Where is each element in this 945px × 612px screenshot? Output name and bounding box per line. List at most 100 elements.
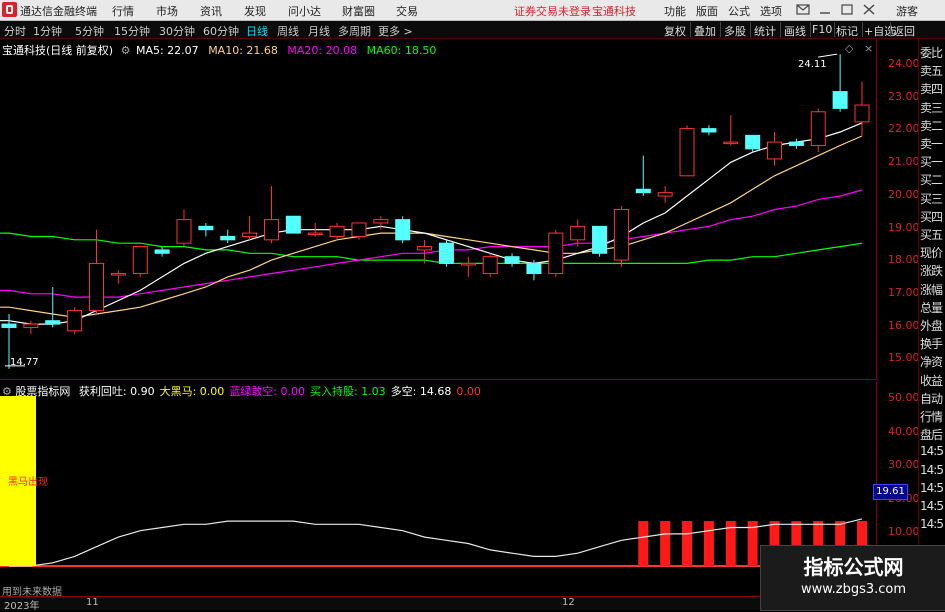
candle[interactable]: [220, 229, 236, 244]
menu-shichang[interactable]: 市场: [156, 3, 178, 19]
candle[interactable]: [810, 108, 826, 153]
tf-15min[interactable]: 15分钟: [114, 23, 150, 39]
candle[interactable]: [701, 125, 717, 136]
tf-more[interactable]: 更多 >: [378, 23, 413, 39]
candle[interactable]: [198, 222, 214, 237]
guest-login[interactable]: 游客: [896, 3, 918, 19]
side-panel-item[interactable]: 14:5: [920, 481, 944, 495]
candle[interactable]: [263, 185, 279, 244]
candle[interactable]: [504, 253, 520, 267]
overlay-button[interactable]: 叠加: [694, 23, 716, 39]
message-icon[interactable]: [796, 3, 810, 16]
candle[interactable]: [110, 270, 126, 284]
tf-multi[interactable]: 多周期: [338, 23, 371, 39]
menu-xuanxiang[interactable]: 选项: [760, 3, 782, 19]
candle[interactable]: [788, 138, 804, 149]
multi-stock-button[interactable]: 多股: [724, 23, 746, 39]
menu-hangqing[interactable]: 行情: [112, 3, 134, 19]
side-panel-item[interactable]: 14:5: [920, 463, 944, 477]
side-panel-item[interactable]: 卖三: [920, 99, 943, 116]
trade-login-notice[interactable]: 证券交易未登录: [514, 3, 591, 19]
menu-caifuquan[interactable]: 财富圈: [342, 3, 375, 19]
candle[interactable]: [329, 222, 345, 240]
candle[interactable]: [657, 185, 673, 203]
maximize-icon[interactable]: [840, 3, 854, 16]
menu-banmian[interactable]: 版面: [696, 3, 718, 19]
tf-1min[interactable]: 1分钟: [33, 23, 62, 39]
side-panel-item[interactable]: 行情: [920, 408, 943, 425]
side-panel-item[interactable]: 净资: [920, 353, 943, 370]
draw-line-button[interactable]: 画线: [784, 23, 806, 39]
f10-button[interactable]: F10: [812, 23, 832, 36]
candle[interactable]: [482, 253, 498, 277]
candle[interactable]: [635, 155, 651, 197]
candle[interactable]: [548, 229, 564, 277]
diamond-icon[interactable]: ◇: [845, 42, 853, 55]
candle[interactable]: [395, 216, 411, 244]
side-panel-item[interactable]: 自动: [920, 390, 943, 407]
side-panel-item[interactable]: 买一: [920, 153, 943, 170]
menu-jiaoyi[interactable]: 交易: [396, 3, 418, 19]
pane-close-icon[interactable]: ×: [864, 42, 873, 55]
candle[interactable]: [285, 215, 301, 234]
candle[interactable]: [745, 134, 761, 153]
candle[interactable]: [679, 125, 695, 177]
menu-zixun[interactable]: 资讯: [200, 3, 222, 19]
tf-30min[interactable]: 30分钟: [159, 23, 195, 39]
settings-gear-icon[interactable]: ⚙: [121, 44, 131, 57]
candle[interactable]: [45, 287, 61, 328]
candle[interactable]: [460, 256, 476, 277]
side-panel-item[interactable]: 卖二: [920, 117, 943, 134]
mark-button[interactable]: 标记: [836, 23, 858, 39]
tf-60min[interactable]: 60分钟: [203, 23, 239, 39]
candle[interactable]: [67, 307, 83, 335]
candle[interactable]: [242, 216, 258, 240]
side-panel-item[interactable]: 外盘: [920, 317, 943, 334]
candle[interactable]: [832, 54, 848, 112]
candle[interactable]: [88, 229, 104, 314]
tf-monthly[interactable]: 月线: [308, 23, 330, 39]
candle[interactable]: [592, 225, 608, 257]
side-panel-item[interactable]: 卖四: [920, 80, 943, 97]
close-icon[interactable]: [862, 3, 876, 16]
candle[interactable]: [613, 206, 629, 267]
side-panel-item[interactable]: 总量: [920, 299, 943, 316]
side-panel-item[interactable]: 买四: [920, 208, 943, 225]
candle[interactable]: [723, 115, 739, 146]
indicator-chart[interactable]: [0, 381, 877, 595]
side-panel-item[interactable]: 卖一: [920, 135, 943, 152]
side-panel-item[interactable]: 14:5: [920, 444, 944, 458]
candle[interactable]: [154, 246, 170, 257]
menu-faxian[interactable]: 发现: [244, 3, 266, 19]
kline-chart[interactable]: [0, 39, 877, 380]
tf-5min[interactable]: 5分钟: [75, 23, 104, 39]
side-panel-item[interactable]: 买二: [920, 171, 943, 188]
side-panel-item[interactable]: 买五: [920, 226, 943, 243]
candle[interactable]: [767, 131, 783, 166]
candle[interactable]: [854, 81, 870, 136]
minimize-icon[interactable]: [818, 3, 832, 16]
side-panel-item[interactable]: 卖五: [920, 62, 943, 79]
menu-gongshi[interactable]: 公式: [728, 3, 750, 19]
side-panel-item[interactable]: 换手: [920, 335, 943, 352]
side-panel-item[interactable]: 买三: [920, 190, 943, 207]
tf-fenshi[interactable]: 分时: [4, 23, 26, 39]
candle[interactable]: [176, 209, 192, 247]
side-panel-item[interactable]: 14:5: [920, 499, 944, 513]
side-panel-item[interactable]: 现价: [920, 244, 943, 261]
candle[interactable]: [132, 246, 148, 277]
side-panel-item[interactable]: 涨跌: [920, 262, 943, 279]
side-panel-item[interactable]: 涨幅: [920, 281, 943, 298]
side-panel-item[interactable]: 收益: [920, 372, 943, 389]
candle[interactable]: [526, 260, 542, 281]
candle[interactable]: [570, 219, 586, 247]
back-button[interactable]: 返回: [893, 23, 915, 39]
candle[interactable]: [438, 239, 454, 267]
menu-wenxiaoda[interactable]: 问小达: [288, 3, 321, 19]
side-panel-item[interactable]: 委比: [920, 44, 943, 61]
side-panel-item[interactable]: 盘后: [920, 426, 943, 443]
menu-gongneng[interactable]: 功能: [664, 3, 686, 19]
tf-daily[interactable]: 日线: [246, 23, 268, 39]
side-panel-item[interactable]: 14:5: [920, 517, 944, 531]
stats-button[interactable]: 统计: [754, 23, 776, 39]
